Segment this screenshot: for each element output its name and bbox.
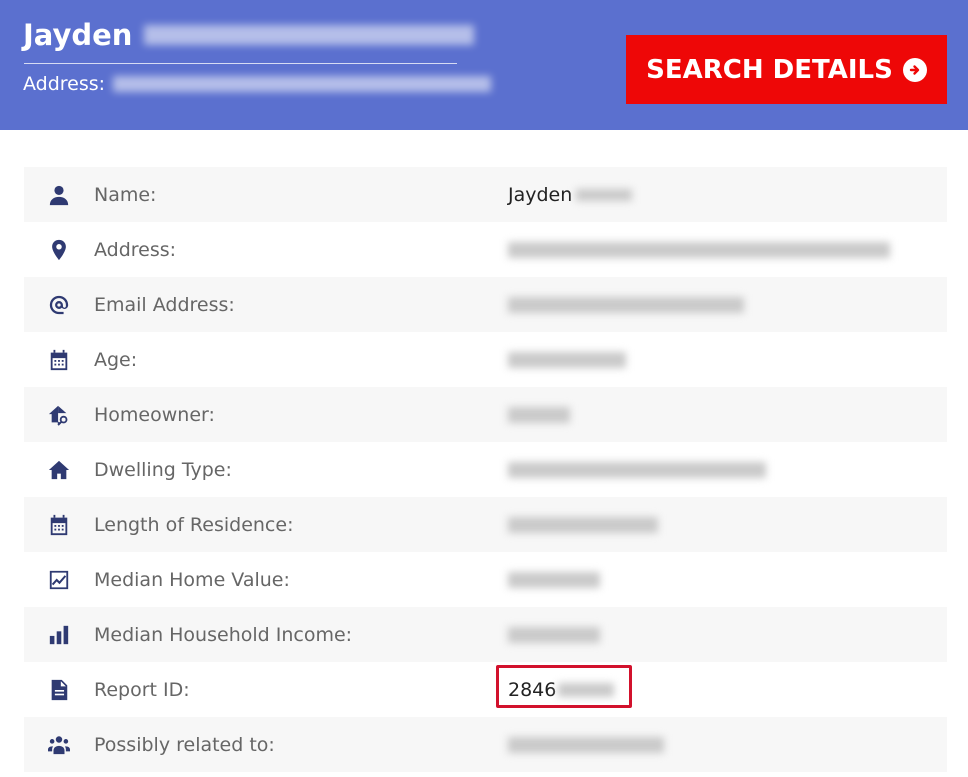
person-icon [48,184,70,206]
redacted-email-value [508,296,744,313]
at-sign-icon [48,294,70,316]
redacted-home-value [508,571,600,588]
redacted-address [113,76,492,92]
redacted-dwelling-value [508,461,766,478]
details-table: Name: Jayden Address: Email Address: Age… [24,167,947,772]
bar-chart-icon [48,624,70,646]
people-group-icon [48,734,70,756]
row-value [508,736,664,753]
row-value [508,241,890,258]
table-row-age: Age: [24,332,947,387]
table-row-median-household-income: Median Household Income: [24,607,947,662]
row-value [508,516,658,533]
name-value: Jayden [508,183,573,206]
row-label: Age: [94,348,138,371]
table-row-address: Address: [24,222,947,277]
redacted-income-value [508,626,600,643]
header-divider [24,63,457,64]
redacted-name-age [144,25,475,45]
calendar-icon [48,349,70,371]
report-header: Jayden Address: SEARCH DETAILS [0,0,968,130]
row-label: Address: [94,238,177,261]
row-label: Dwelling Type: [94,458,232,481]
row-value [508,626,600,643]
arrow-right-circle-icon [902,57,927,82]
location-pin-icon [48,239,70,261]
redacted-surname [576,188,633,201]
row-label: Possibly related to: [94,733,275,756]
header-address-label: Address: [23,73,106,95]
row-value [508,571,600,588]
redacted-residence-value [508,516,658,533]
row-value [508,351,626,368]
row-label: Name: [94,183,157,206]
row-label: Report ID: [94,678,190,701]
row-value [508,296,744,313]
redacted-homeowner-value [508,406,570,423]
line-chart-icon [48,569,70,591]
table-row-name: Name: Jayden [24,167,947,222]
search-details-label: SEARCH DETAILS [646,54,893,85]
calendar-icon [48,514,70,536]
row-label: Homeowner: [94,403,215,426]
table-row-possibly-related: Possibly related to: [24,717,947,772]
row-value: Jayden [508,183,633,206]
row-value [508,461,766,478]
search-details-button[interactable]: SEARCH DETAILS [626,35,947,104]
redacted-age-value [508,351,626,368]
document-icon [48,679,70,701]
row-value [508,406,570,423]
table-row-report-id: Report ID: 2846 [24,662,947,717]
header-address: Address: [23,73,492,95]
redacted-related-value [508,736,664,753]
person-heading: Jayden [23,18,475,52]
home-icon [48,459,70,481]
report-id-highlight-box [496,665,632,708]
row-label: Median Home Value: [94,568,290,591]
table-row-median-home-value: Median Home Value: [24,552,947,607]
row-label: Email Address: [94,293,235,316]
row-label: Median Household Income: [94,623,353,646]
person-first-name: Jayden [23,18,133,52]
table-row-dwelling-type: Dwelling Type: [24,442,947,497]
row-label: Length of Residence: [94,513,294,536]
table-row-length-of-residence: Length of Residence: [24,497,947,552]
table-row-email: Email Address: [24,277,947,332]
house-key-icon [48,404,70,426]
redacted-address-value [508,241,890,258]
table-row-homeowner: Homeowner: [24,387,947,442]
